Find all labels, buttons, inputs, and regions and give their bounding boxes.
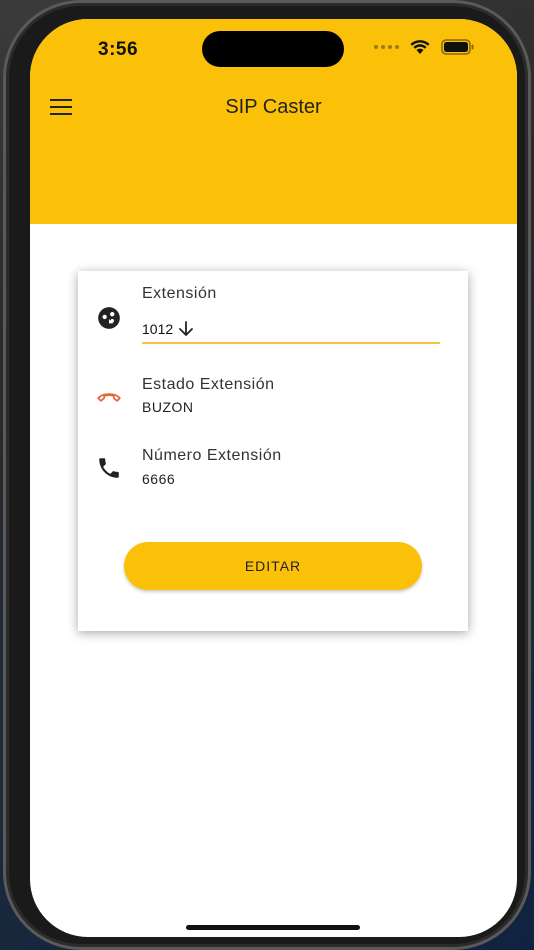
arrow-down-icon: [179, 321, 194, 336]
status-value: BUZON: [142, 399, 194, 415]
battery-icon: [441, 39, 474, 55]
extension-card: Extensión 1012 Estado Extensión BUZON Nú…: [78, 271, 468, 631]
number-value: 6666: [142, 471, 176, 487]
app-title: SIP Caster: [225, 96, 322, 118]
phone-frame: 3:56 SIP Caster Extensión 1012 Estado Ex…: [3, 0, 531, 950]
wifi-icon: [410, 40, 430, 54]
status-label: Estado Extensión: [142, 376, 275, 393]
number-label: Número Extensión: [142, 447, 282, 464]
extension-value: 1012: [142, 321, 174, 337]
dynamic-island: [202, 31, 344, 67]
extension-label: Extensión: [142, 285, 217, 302]
screen: 3:56 SIP Caster Extensión 1012 Estado Ex…: [30, 19, 517, 937]
app-bar: 3:56 SIP Caster: [30, 19, 517, 224]
edit-button[interactable]: EDITAR: [124, 542, 422, 590]
phone-icon: [99, 458, 119, 478]
status-icons: [374, 39, 475, 55]
extension-dropdown[interactable]: 1012: [142, 316, 440, 344]
home-indicator: [186, 925, 360, 930]
status-time: 3:56: [98, 39, 139, 60]
hangup-phone-icon: [97, 393, 121, 402]
extension-icon: [98, 307, 120, 329]
signal-icon: [374, 45, 399, 49]
